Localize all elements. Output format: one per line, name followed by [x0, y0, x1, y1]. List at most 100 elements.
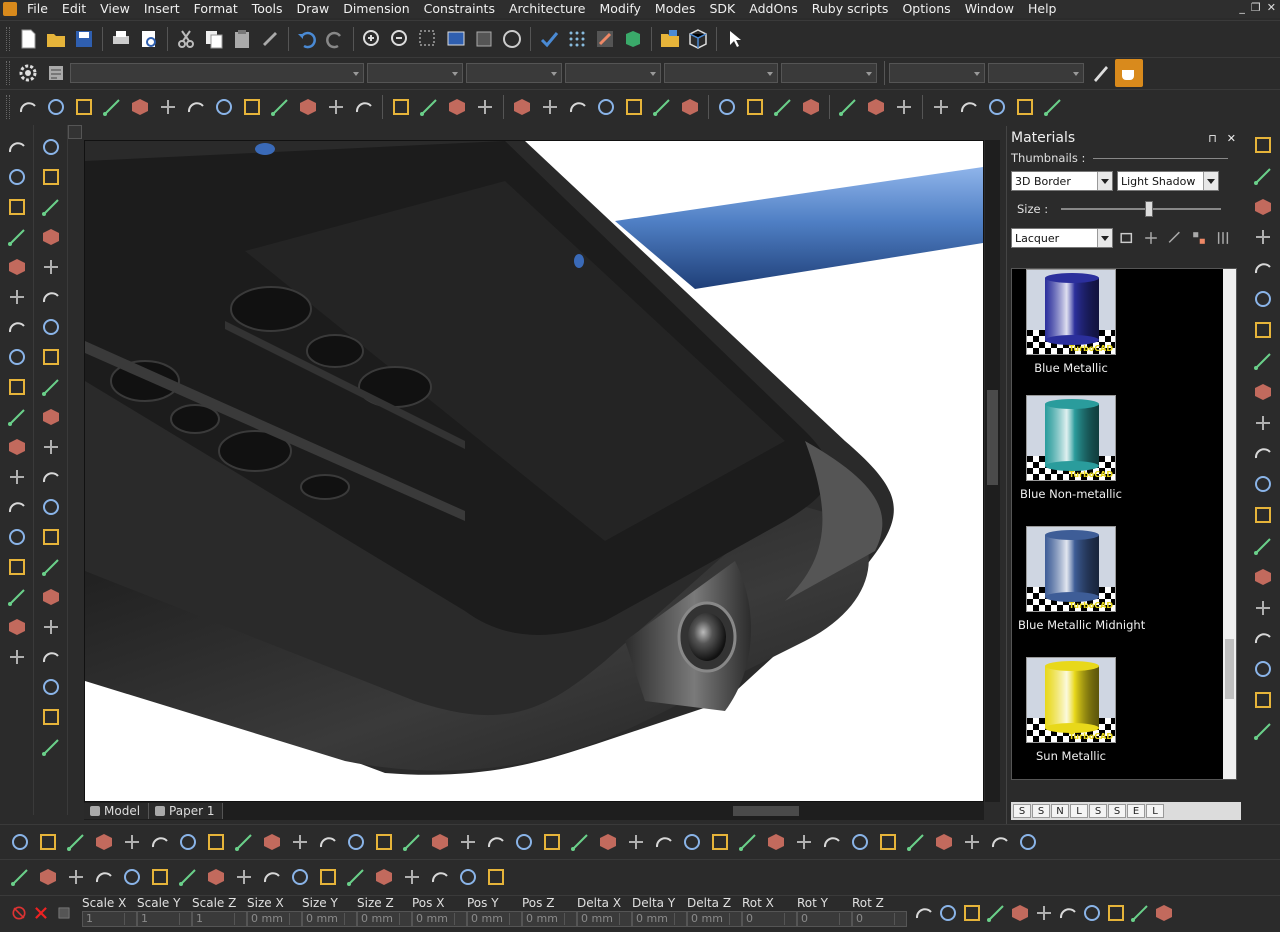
scroll-thumb[interactable] — [733, 806, 799, 816]
app-icon[interactable] — [3, 2, 17, 16]
menu-format[interactable]: Format — [187, 0, 245, 18]
material-apply-icon[interactable] — [1141, 228, 1161, 248]
chamfer-icon[interactable] — [258, 863, 286, 891]
line-style-combo[interactable] — [466, 62, 562, 83]
pattern-icon[interactable] — [564, 93, 592, 121]
minimize-icon[interactable]: _ — [1239, 1, 1245, 14]
trim-icon[interactable] — [286, 828, 314, 856]
circle-icon[interactable] — [34, 828, 62, 856]
snap-ortho-icon[interactable] — [1128, 900, 1152, 926]
shape-icon[interactable] — [1249, 532, 1277, 560]
coord-input[interactable]: 1 — [192, 911, 247, 927]
cog-icon[interactable] — [1249, 594, 1277, 622]
curve-icon[interactable] — [37, 283, 65, 311]
bezier-icon[interactable] — [210, 93, 238, 121]
material-browse-icon[interactable] — [1165, 228, 1185, 248]
layer-copy-icon[interactable] — [890, 93, 918, 121]
assembly-icon[interactable] — [955, 93, 983, 121]
properties-icon[interactable] — [42, 59, 70, 87]
layout-icon[interactable] — [3, 343, 31, 371]
material-view-icon[interactable]: S — [1089, 804, 1107, 818]
slab-icon[interactable] — [1249, 409, 1277, 437]
line-icon[interactable] — [98, 93, 126, 121]
coord-input[interactable]: 0 mm — [302, 911, 357, 927]
trim-icon[interactable] — [958, 828, 986, 856]
menu-addons[interactable]: AddOns — [742, 0, 804, 18]
zoom-window-icon[interactable] — [414, 25, 442, 53]
window-icon[interactable] — [1249, 285, 1277, 313]
copy-icon[interactable] — [200, 25, 228, 53]
slider-thumb[interactable] — [1144, 201, 1153, 217]
material-view-icon[interactable]: S — [1108, 804, 1126, 818]
knife-icon[interactable] — [1249, 162, 1277, 190]
fillet-icon[interactable] — [238, 93, 266, 121]
material-view-icon[interactable]: L — [1146, 804, 1164, 818]
roof-icon[interactable] — [1249, 347, 1277, 375]
paint-bucket-icon[interactable] — [1249, 470, 1277, 498]
render-icon[interactable] — [3, 463, 31, 491]
pen-combo[interactable] — [664, 62, 778, 83]
group-icon[interactable] — [387, 93, 415, 121]
zoom-in-icon[interactable] — [358, 25, 386, 53]
snap-near-icon[interactable] — [1080, 900, 1104, 926]
layer-icon[interactable] — [591, 25, 619, 53]
coord-input[interactable]: 0 mm — [687, 911, 742, 927]
material-view-icon[interactable]: N — [1051, 804, 1069, 818]
spline-icon[interactable] — [174, 863, 202, 891]
library-icon[interactable] — [3, 253, 31, 281]
snap-midpoint-icon[interactable] — [936, 900, 960, 926]
eraser-icon[interactable] — [37, 493, 65, 521]
fill-icon[interactable] — [536, 93, 564, 121]
coord-input[interactable]: 0 mm — [577, 911, 632, 927]
ellipse-icon[interactable] — [734, 828, 762, 856]
line-icon[interactable] — [37, 223, 65, 251]
snap-frame-icon[interactable] — [1152, 900, 1176, 926]
array-icon[interactable] — [398, 828, 426, 856]
paint-icon[interactable] — [648, 93, 676, 121]
select-icon[interactable] — [713, 93, 741, 121]
hand-icon[interactable] — [769, 93, 797, 121]
design-director-icon[interactable] — [656, 25, 684, 53]
line-icon[interactable] — [90, 828, 118, 856]
blocks-icon[interactable] — [3, 163, 31, 191]
ellipse-icon[interactable] — [62, 828, 90, 856]
redo-icon[interactable] — [321, 25, 349, 53]
close-icon[interactable]: ✕ — [1227, 132, 1236, 145]
menu-tools[interactable]: Tools — [245, 0, 290, 18]
menu-modify[interactable]: Modify — [593, 0, 648, 18]
scroll-thumb[interactable] — [987, 390, 998, 485]
size-slider[interactable] — [1061, 201, 1221, 217]
xref-icon[interactable] — [443, 93, 471, 121]
material-library-icon[interactable] — [1189, 228, 1209, 248]
snap-perp-icon[interactable] — [1032, 900, 1056, 926]
block-icon[interactable] — [415, 93, 443, 121]
fillet-icon[interactable] — [230, 863, 258, 891]
chamfer-icon[interactable] — [258, 828, 286, 856]
wall-icon[interactable] — [1249, 131, 1277, 159]
rotate-icon[interactable] — [454, 828, 482, 856]
cut-icon[interactable] — [172, 25, 200, 53]
scale-icon[interactable] — [482, 828, 510, 856]
extend-icon[interactable] — [314, 828, 342, 856]
revolve-icon[interactable] — [538, 828, 566, 856]
explode-icon[interactable] — [3, 433, 31, 461]
stair-icon[interactable] — [1249, 316, 1277, 344]
save-icon[interactable] — [70, 25, 98, 53]
rectangle-icon[interactable] — [146, 863, 174, 891]
snap-vertex-icon[interactable] — [912, 900, 936, 926]
menu-edit[interactable]: Edit — [55, 0, 93, 18]
format-painter-icon[interactable] — [256, 25, 284, 53]
extend-icon[interactable] — [314, 863, 342, 891]
tab-model[interactable]: Model — [84, 803, 150, 819]
section-icon[interactable] — [1249, 686, 1277, 714]
coord-input[interactable]: 1 — [137, 911, 192, 927]
arc-icon[interactable] — [678, 828, 706, 856]
line-dashed-icon[interactable] — [37, 193, 65, 221]
category-select[interactable]: Lacquer — [1011, 228, 1113, 248]
menu-draw[interactable]: Draw — [290, 0, 337, 18]
material-thumbnail[interactable]: TurboCAD — [1026, 395, 1116, 481]
layer-set-icon[interactable] — [862, 93, 890, 121]
line-icon[interactable] — [90, 863, 118, 891]
coord-input[interactable]: 0 — [797, 911, 852, 927]
scale-icon[interactable] — [482, 863, 510, 891]
